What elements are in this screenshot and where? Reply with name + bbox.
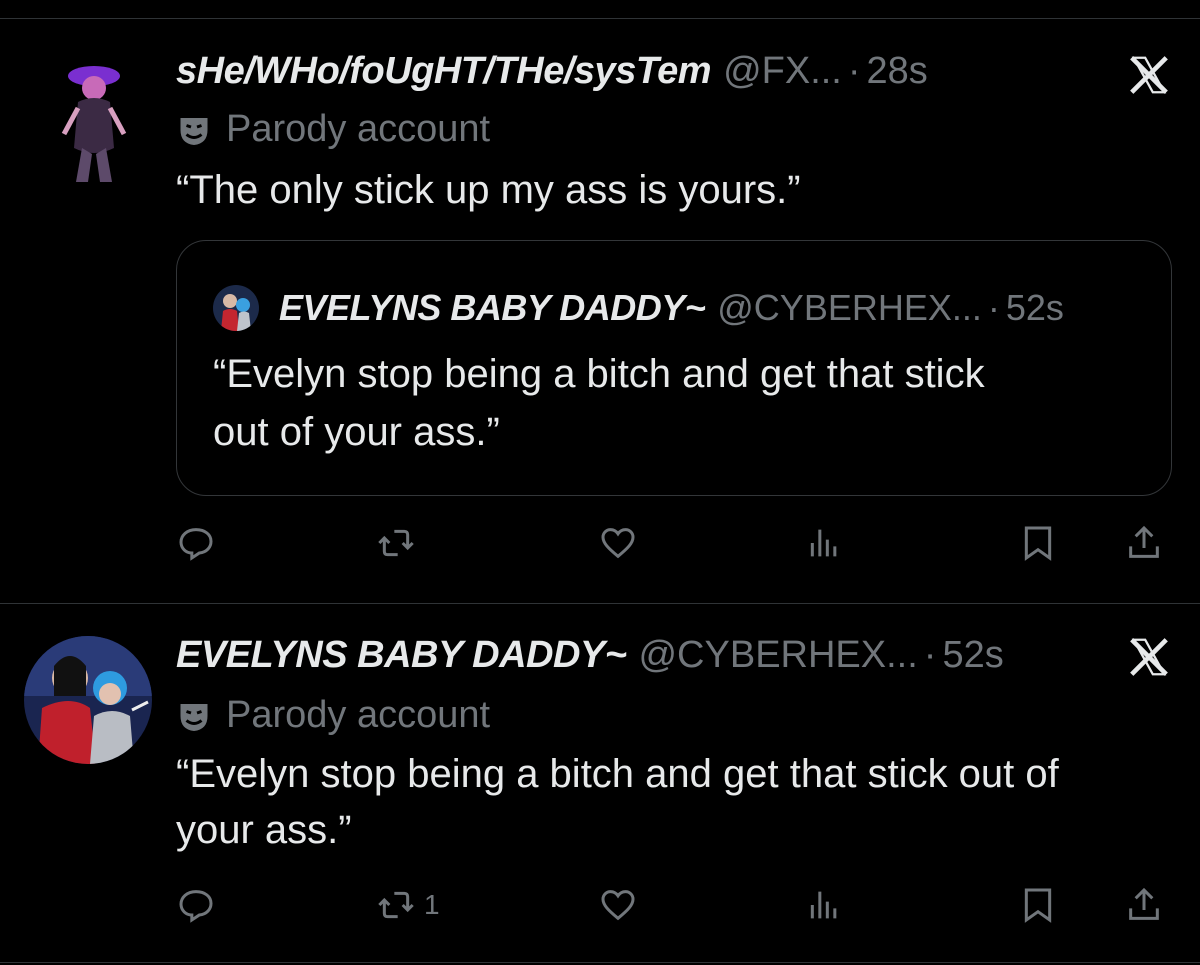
share-button[interactable] xyxy=(1124,518,1164,568)
tweet-text-line: your ass.” xyxy=(176,808,352,852)
x-logo-icon[interactable] xyxy=(1126,634,1172,680)
avatar[interactable] xyxy=(24,636,152,764)
tweet-text-line: “Evelyn stop being a bitch and get that … xyxy=(176,752,1059,796)
quote-header: EVELYNS BABY DADDY~ @CYBERHEX... · 52s xyxy=(213,285,1064,331)
top-divider xyxy=(0,18,1200,19)
quote-text-line: “Evelyn stop being a bitch and get that … xyxy=(213,352,985,396)
bookmark-icon xyxy=(1024,526,1052,561)
reply-button[interactable] xyxy=(176,518,224,568)
reply-icon xyxy=(179,890,213,923)
parody-label: Parody account xyxy=(226,694,491,736)
timestamp[interactable]: 52s xyxy=(942,634,1003,677)
x-logo-icon[interactable] xyxy=(1126,52,1172,98)
share-icon xyxy=(1129,525,1159,558)
quote-separator: · xyxy=(987,287,1000,328)
display-name[interactable]: EVELYNS BABY DADDY~ xyxy=(176,634,627,677)
tweet-header: EVELYNS BABY DADDY~ @CYBERHEX... · 52s xyxy=(176,634,1004,677)
share-button[interactable] xyxy=(1124,880,1164,930)
bookmark-button[interactable] xyxy=(1018,880,1058,930)
bookmark-button[interactable] xyxy=(1018,518,1058,568)
quote-text: “Evelyn stop being a bitch and get that … xyxy=(213,345,1133,461)
views-button[interactable] xyxy=(804,518,852,568)
retweet-icon xyxy=(378,891,414,919)
tweet-actions: 1 xyxy=(176,880,1172,930)
tweet-divider xyxy=(0,603,1200,604)
parody-mask-icon xyxy=(180,703,208,731)
share-icon xyxy=(1129,887,1159,920)
quote-text-line: out of your ass.” xyxy=(213,410,500,454)
quote-avatar xyxy=(213,285,259,331)
views-button[interactable] xyxy=(804,880,852,930)
retweet-icon xyxy=(378,529,414,557)
tweet-header: sHe/WHo/foUgHT/THe/sysTem @FX... · 28s xyxy=(176,50,928,93)
handle[interactable]: @CYBERHEX... xyxy=(638,634,917,677)
separator: · xyxy=(923,634,937,676)
quote-timestamp[interactable]: 52s xyxy=(1006,287,1064,329)
retweet-count: 1 xyxy=(424,889,440,920)
bookmark-icon xyxy=(1024,888,1052,923)
tweet-actions xyxy=(176,518,1172,568)
tweet-text: “The only stick up my ass is yours.” xyxy=(176,168,801,212)
timeline: sHe/WHo/foUgHT/THe/sysTem @FX... · 28s P… xyxy=(0,0,1200,965)
reply-icon xyxy=(179,528,213,561)
views-icon xyxy=(810,891,837,919)
handle[interactable]: @FX... xyxy=(723,50,842,93)
quote-display-name[interactable]: EVELYNS BABY DADDY~ xyxy=(279,287,706,329)
display-name[interactable]: sHe/WHo/foUgHT/THe/sysTem xyxy=(176,50,712,93)
retweet-button[interactable] xyxy=(376,518,424,568)
retweet-button[interactable]: 1 xyxy=(376,880,440,930)
like-button[interactable] xyxy=(598,518,646,568)
parody-badge: Parody account xyxy=(176,108,490,151)
like-button[interactable] xyxy=(598,880,646,930)
bottom-divider xyxy=(0,962,1200,963)
tweet-text: “Evelyn stop being a bitch and get that … xyxy=(176,746,1059,858)
quoted-tweet[interactable]: EVELYNS BABY DADDY~ @CYBERHEX... · 52s “… xyxy=(176,240,1172,496)
heart-icon xyxy=(601,528,635,559)
separator: · xyxy=(847,50,861,92)
reply-button[interactable] xyxy=(176,880,224,930)
parody-label: Parody account xyxy=(226,108,491,150)
avatar[interactable] xyxy=(30,58,158,186)
heart-icon xyxy=(601,890,635,921)
parody-badge: Parody account xyxy=(176,694,490,737)
parody-mask-icon xyxy=(180,117,208,145)
timestamp[interactable]: 28s xyxy=(867,50,928,93)
quote-handle[interactable]: @CYBERHEX... xyxy=(717,287,982,329)
views-icon xyxy=(810,529,837,557)
